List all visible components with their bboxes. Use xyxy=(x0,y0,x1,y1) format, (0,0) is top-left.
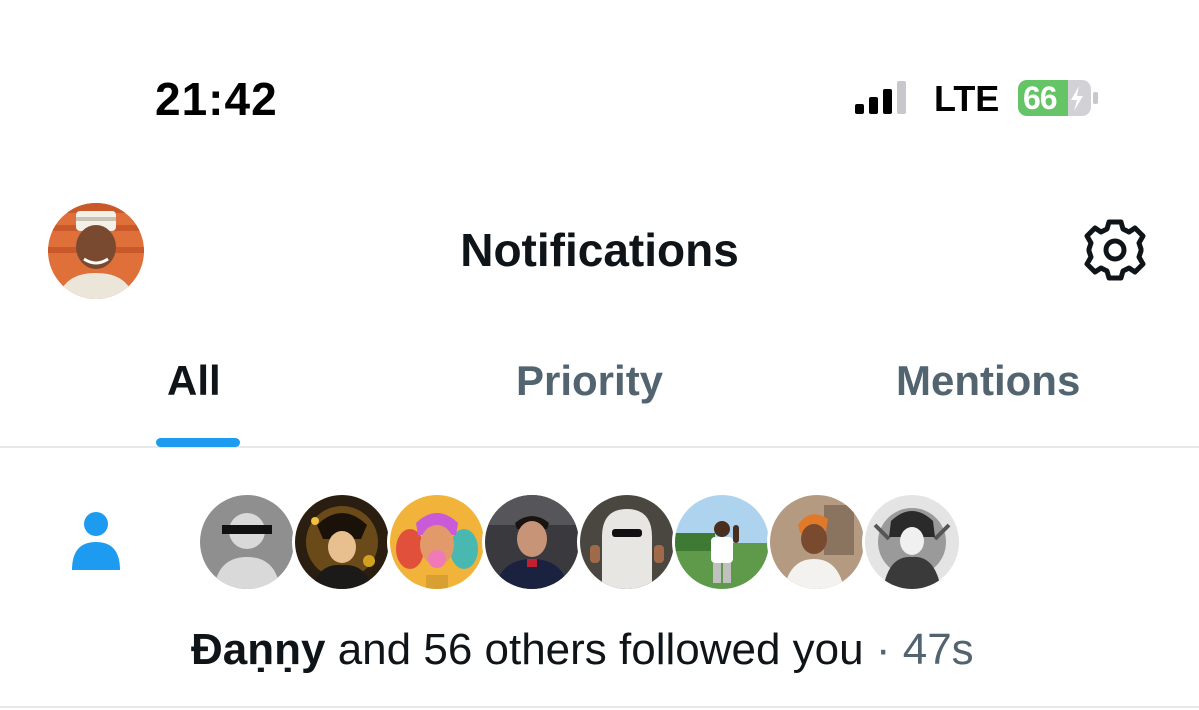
follower-avatar[interactable] xyxy=(672,492,772,592)
follower-avatar[interactable] xyxy=(387,492,487,592)
notification-tabs: All Priority Mentions xyxy=(0,340,1199,448)
active-tab-indicator xyxy=(156,438,240,447)
status-time: 21:42 xyxy=(155,73,278,125)
page-title: Notifications xyxy=(460,224,739,276)
battery-level: 66 xyxy=(1023,80,1058,116)
person-icon xyxy=(72,512,120,570)
separator-dot: · xyxy=(863,625,903,674)
notification-item[interactable]: Đaṇṇy and 56 others followed you · 47s xyxy=(0,450,1199,708)
signal-strength-icon xyxy=(855,81,906,114)
notification-message: and 56 others followed you xyxy=(325,625,864,674)
tab-priority[interactable]: Priority xyxy=(516,357,663,405)
tab-all[interactable]: All xyxy=(167,357,221,405)
follower-avatars xyxy=(197,492,977,592)
network-type: LTE xyxy=(934,78,1000,119)
follower-avatar[interactable] xyxy=(862,492,962,592)
top-app-bar: Notifications xyxy=(0,190,1199,310)
follower-avatar[interactable] xyxy=(292,492,392,592)
follower-avatar[interactable] xyxy=(197,492,297,592)
follower-avatar[interactable] xyxy=(767,492,867,592)
follower-avatar[interactable] xyxy=(577,492,677,592)
timestamp: 47s xyxy=(902,625,974,674)
tab-mentions[interactable]: Mentions xyxy=(896,357,1080,405)
actor-name[interactable]: Đaṇṇy xyxy=(191,625,325,674)
follower-avatar[interactable] xyxy=(482,492,582,592)
notification-text: Đaṇṇy and 56 others followed you · 47s xyxy=(191,625,974,675)
status-bar: 21:42 LTE 66 xyxy=(0,0,1199,150)
gear-icon[interactable] xyxy=(1083,218,1147,282)
